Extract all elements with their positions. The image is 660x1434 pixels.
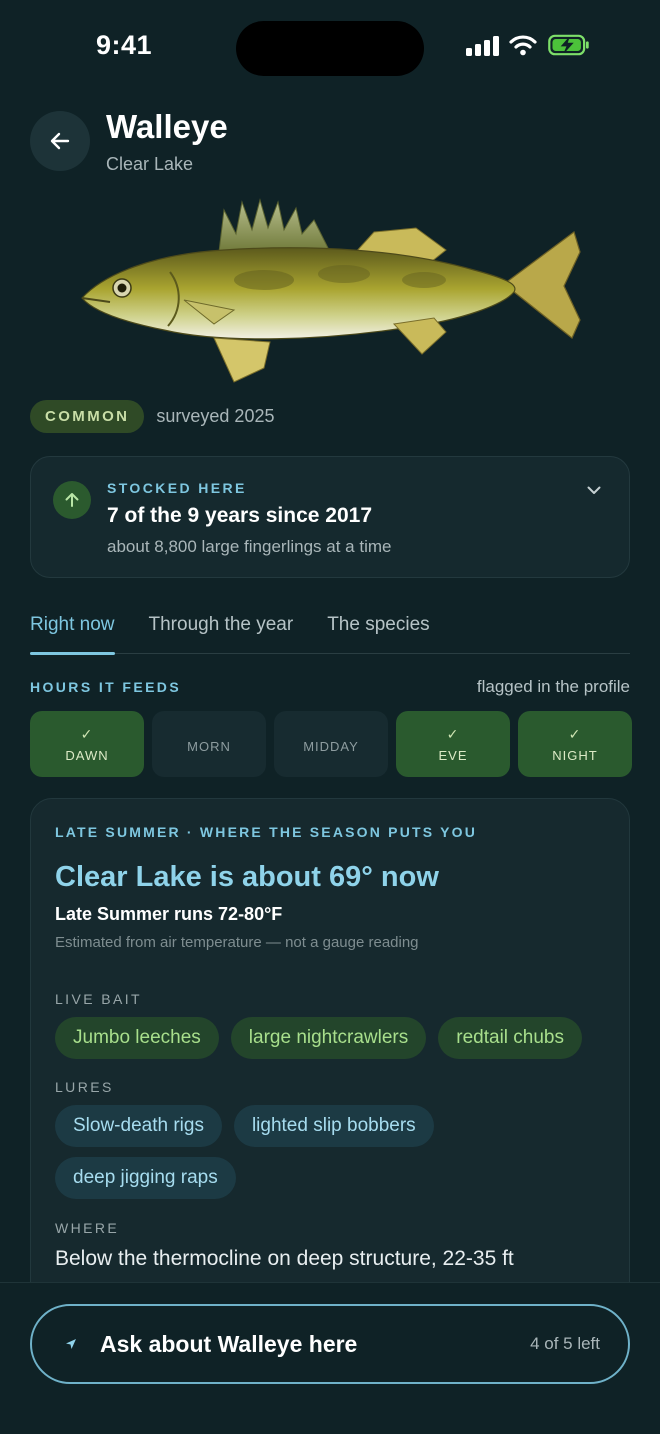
tab-bar: Right now Through the year The species <box>30 606 630 655</box>
hour-label: NIGHT <box>552 747 598 763</box>
hour-slot-morn: MORN <box>152 711 266 777</box>
bait-chip[interactable]: redtail chubs <box>438 1017 582 1059</box>
ask-button[interactable]: Ask about Walleye here 4 of 5 left <box>30 1304 630 1384</box>
live-bait-label: LIVE BAIT <box>55 991 142 1007</box>
survey-year: surveyed 2025 <box>156 406 275 426</box>
stocking-detail: about 8,800 large fingerlings at a time <box>107 537 392 556</box>
lures-list: Slow-death rigs lighted slip bobbers dee… <box>55 1105 615 1199</box>
season-eyebrow: LATE SUMMER · WHERE THE SEASON PUTS YOU <box>55 824 478 840</box>
tab-right-now[interactable]: Right now <box>30 606 115 655</box>
dynamic-island <box>236 21 424 76</box>
hour-label: DAWN <box>65 747 109 763</box>
arrow-up-icon <box>53 481 91 519</box>
stocking-label: STOCKED HERE <box>107 480 247 496</box>
arrow-left-icon <box>50 132 70 150</box>
signal-icon <box>466 34 499 56</box>
hour-label: MIDDAY <box>303 738 359 754</box>
lure-chip[interactable]: Slow-death rigs <box>55 1105 222 1147</box>
check-icon: ✓ <box>80 725 94 742</box>
tab-through-the-year[interactable]: Through the year <box>149 606 294 654</box>
hour-slot-eve: ✓ EVE <box>396 711 510 777</box>
rarity-badge: COMMON <box>30 400 145 433</box>
where-label: WHERE <box>55 1220 120 1236</box>
lure-chip[interactable]: deep jigging raps <box>55 1157 236 1199</box>
chevron-down-icon[interactable] <box>585 481 603 499</box>
bottom-bar: Ask about Walleye here 4 of 5 left <box>0 1282 660 1434</box>
season-card: LATE SUMMER · WHERE THE SEASON PUTS YOU … <box>30 798 630 1358</box>
battery-charging-icon <box>548 34 589 56</box>
where-text: Below the thermocline on deep structure,… <box>55 1247 514 1270</box>
back-button[interactable] <box>30 111 90 171</box>
location-arrow-icon <box>66 1339 76 1349</box>
bait-chip[interactable]: large nightcrawlers <box>230 1017 427 1059</box>
lures-label: LURES <box>55 1079 114 1095</box>
check-icon: ✓ <box>568 725 582 742</box>
tab-the-species[interactable]: The species <box>327 606 429 654</box>
season-range: Late Summer runs 72-80°F <box>55 904 283 924</box>
hours-label: HOURS IT FEEDS <box>30 679 182 695</box>
wifi-icon <box>509 35 537 56</box>
feeding-hours: ✓ DAWN MORN MIDDAY ✓ EVE ✓ NIGHT <box>30 711 632 777</box>
hour-label: MORN <box>187 738 231 754</box>
stocking-summary: 7 of the 9 years since 2017 <box>107 504 372 527</box>
hour-slot-night: ✓ NIGHT <box>518 711 632 777</box>
stocking-card[interactable]: STOCKED HERE 7 of the 9 years since 2017… <box>30 456 630 578</box>
lure-chip[interactable]: lighted slip bobbers <box>233 1105 434 1147</box>
questions-remaining: 4 of 5 left <box>530 1334 600 1353</box>
status-time: 9:41 <box>96 30 153 60</box>
species-detail-screen: 9:41 Walleye Clear Lake COMMON surveyed … <box>0 0 660 1434</box>
hour-slot-midday: MIDDAY <box>274 711 388 777</box>
page-title: Walleye <box>106 108 228 145</box>
live-bait-list: Jumbo leeches large nightcrawlers redtai… <box>55 1017 615 1059</box>
ask-label: Ask about Walleye here <box>100 1330 358 1357</box>
lake-name: Clear Lake <box>106 154 194 174</box>
check-icon: ✓ <box>446 725 460 742</box>
walleye-illustration <box>81 198 581 383</box>
season-note: Estimated from air temperature — not a g… <box>55 934 419 951</box>
rarity-row: COMMON surveyed 2025 <box>30 400 274 433</box>
hour-slot-dawn: ✓ DAWN <box>30 711 144 777</box>
status-icons <box>466 34 591 56</box>
season-title: Clear Lake is about 69° now <box>55 861 439 893</box>
hours-note: flagged in the profile <box>476 677 630 696</box>
bait-chip[interactable]: Jumbo leeches <box>55 1017 219 1059</box>
hour-label: EVE <box>438 747 468 763</box>
